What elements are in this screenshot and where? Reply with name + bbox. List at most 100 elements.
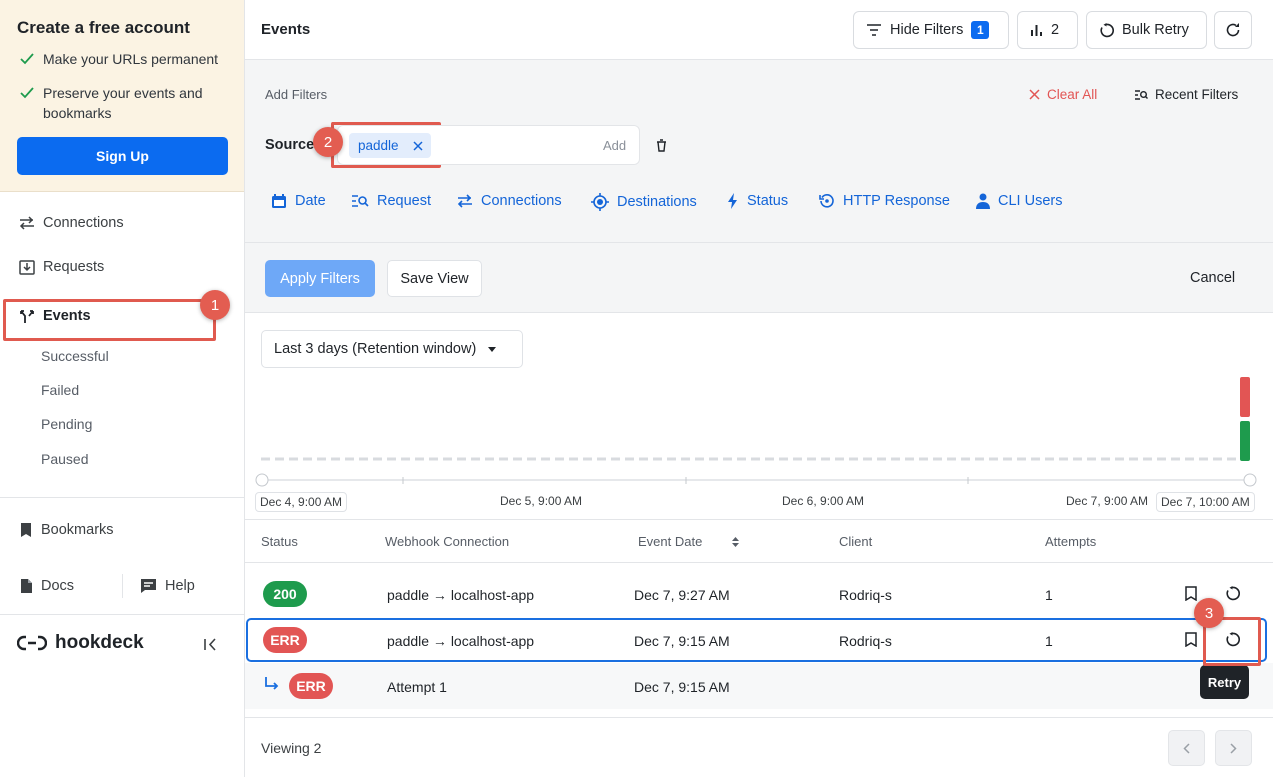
bar-chart-icon	[1031, 24, 1042, 36]
chevron-right-icon	[1230, 742, 1237, 754]
range-end-handle[interactable]	[1243, 473, 1257, 487]
recent-filters-label: Recent Filters	[1155, 87, 1239, 102]
sidebar: Create a free account Make your URLs per…	[0, 0, 245, 777]
check-icon	[20, 53, 34, 65]
date-range-select[interactable]: Last 3 days (Retention window)	[261, 330, 523, 368]
annotation-marker: 3	[1194, 598, 1224, 628]
filter-count-badge: 1	[971, 21, 990, 39]
brand-logo: hookdeck	[17, 632, 144, 654]
retry-tooltip: Retry	[1200, 665, 1249, 699]
filter-chip-label: Date	[295, 193, 326, 209]
column-header-event-date[interactable]: Event Date	[638, 534, 740, 549]
column-header-attempts: Attempts	[1045, 534, 1097, 549]
refresh-button[interactable]	[1214, 11, 1252, 49]
retry-icon[interactable]	[1225, 586, 1240, 601]
status-badge: ERR	[263, 627, 307, 653]
sign-up-button[interactable]: Sign Up	[17, 137, 228, 175]
filter-chip-label: Destinations	[617, 194, 697, 210]
promo-bullet: Make your URLs permanent	[19, 49, 218, 69]
collapse-sidebar-icon[interactable]	[203, 638, 217, 651]
timeline-tick-label: Dec 5, 9:00 AM	[500, 494, 583, 508]
sidebar-subitem-paused[interactable]: Paused	[41, 451, 88, 467]
help-chat-icon	[141, 579, 156, 593]
sidebar-item-label: Bookmarks	[41, 522, 114, 538]
bookmark-outline-icon[interactable]	[1185, 632, 1197, 647]
sidebar-item-bookmarks[interactable]: Bookmarks	[19, 519, 114, 541]
viewing-count: Viewing 2	[261, 740, 322, 756]
filter-chip-date[interactable]: Date	[271, 193, 326, 209]
filter-chip-destinations[interactable]: Destinations	[591, 193, 697, 211]
client-cell: Rodriq-s	[839, 633, 892, 649]
date-range-value: Last 3 days (Retention window)	[274, 341, 477, 357]
filter-chip-connections[interactable]: Connections	[457, 193, 562, 209]
source-filter-label: Source:	[265, 137, 319, 153]
sidebar-item-label: Requests	[43, 259, 105, 275]
calendar-icon	[272, 194, 286, 208]
check-icon	[20, 87, 34, 99]
hide-filters-button[interactable]: Hide Filters 1	[853, 11, 1009, 49]
next-page-button[interactable]	[1215, 730, 1252, 766]
connections-icon	[19, 216, 34, 230]
request-search-icon	[352, 195, 369, 207]
timeline-tick-label: Dec 6, 9:00 AM	[782, 494, 865, 508]
promo-bullet: Preserve your events and bookmarks	[19, 83, 229, 123]
bulk-retry-label: Bulk Retry	[1122, 22, 1189, 38]
docs-icon	[21, 579, 32, 593]
trash-icon[interactable]	[656, 139, 667, 152]
lightning-icon	[728, 193, 737, 209]
bulk-retry-button[interactable]: Bulk Retry	[1086, 11, 1207, 49]
filter-chip-http-response[interactable]: HTTP Response	[819, 193, 950, 209]
recent-filters-button[interactable]: Recent Filters	[1134, 87, 1238, 102]
promo-bullet-text: Make your URLs permanent	[43, 51, 219, 67]
sidebar-item-docs[interactable]: Docs	[19, 575, 74, 597]
histogram-bar-successful	[1240, 421, 1250, 461]
range-start-handle[interactable]	[255, 473, 269, 487]
save-view-button[interactable]: Save View	[387, 260, 482, 297]
event-date-cell: Dec 7, 9:27 AM	[634, 587, 730, 603]
timeline-start-label: Dec 4, 9:00 AM	[255, 492, 348, 512]
sidebar-subitem-pending[interactable]: Pending	[41, 416, 92, 432]
refresh-icon	[1226, 23, 1240, 37]
prev-page-button[interactable]	[1168, 730, 1205, 766]
history-search-icon	[1135, 89, 1148, 100]
sidebar-subitem-successful[interactable]: Successful	[41, 348, 109, 364]
event-date-cell: Dec 7, 9:15 AM	[634, 633, 730, 649]
hookdeck-logo-icon	[17, 635, 47, 651]
divider	[0, 614, 244, 615]
annotation-highlight-source	[331, 122, 441, 168]
filter-chip-request[interactable]: Request	[351, 193, 431, 209]
filter-chip-cli-users[interactable]: CLI Users	[976, 193, 1062, 209]
divider	[245, 717, 1273, 718]
retry-icon	[1100, 22, 1114, 37]
sidebar-item-label: Help	[165, 578, 195, 594]
cancel-button[interactable]: Cancel	[1190, 270, 1235, 286]
bookmark-icon	[21, 523, 31, 537]
filter-chip-label: CLI Users	[998, 193, 1063, 209]
add-source-placeholder[interactable]: Add	[603, 138, 626, 153]
sidebar-item-help[interactable]: Help	[140, 575, 195, 597]
status-badge: 200	[263, 581, 307, 607]
divider	[245, 562, 1273, 563]
apply-filters-button[interactable]: Apply Filters	[265, 260, 375, 297]
request-inbox-icon	[19, 260, 35, 275]
column-header-client: Client	[839, 534, 873, 549]
connections-icon	[457, 194, 472, 208]
bookmark-outline-icon[interactable]	[1185, 586, 1197, 601]
filter-chip-label: Request	[377, 193, 432, 209]
chart-toggle-button[interactable]: 2	[1017, 11, 1078, 49]
timeline-tick-label: Dec 7, 9:00 AM	[1066, 494, 1149, 508]
add-filters-heading: Add Filters	[265, 87, 328, 102]
filter-chip-status[interactable]: Status	[727, 193, 788, 209]
filter-lines-icon	[867, 24, 881, 36]
annotation-marker: 1	[200, 290, 230, 320]
clear-all-button[interactable]: Clear All	[1029, 87, 1097, 102]
promo-title: Create a free account	[17, 18, 190, 37]
sidebar-subitem-failed[interactable]: Failed	[41, 382, 79, 398]
sidebar-item-connections[interactable]: Connections	[19, 212, 124, 234]
timeline-end-label: Dec 7, 10:00 AM	[1156, 492, 1255, 512]
attempts-cell: 1	[1045, 587, 1053, 603]
signup-promo: Create a free account Make your URLs per…	[0, 0, 244, 192]
sidebar-item-requests[interactable]: Requests	[19, 256, 104, 278]
column-header-connection: Webhook Connection	[385, 534, 510, 549]
connection-cell: paddle → localhost-app	[387, 587, 535, 603]
